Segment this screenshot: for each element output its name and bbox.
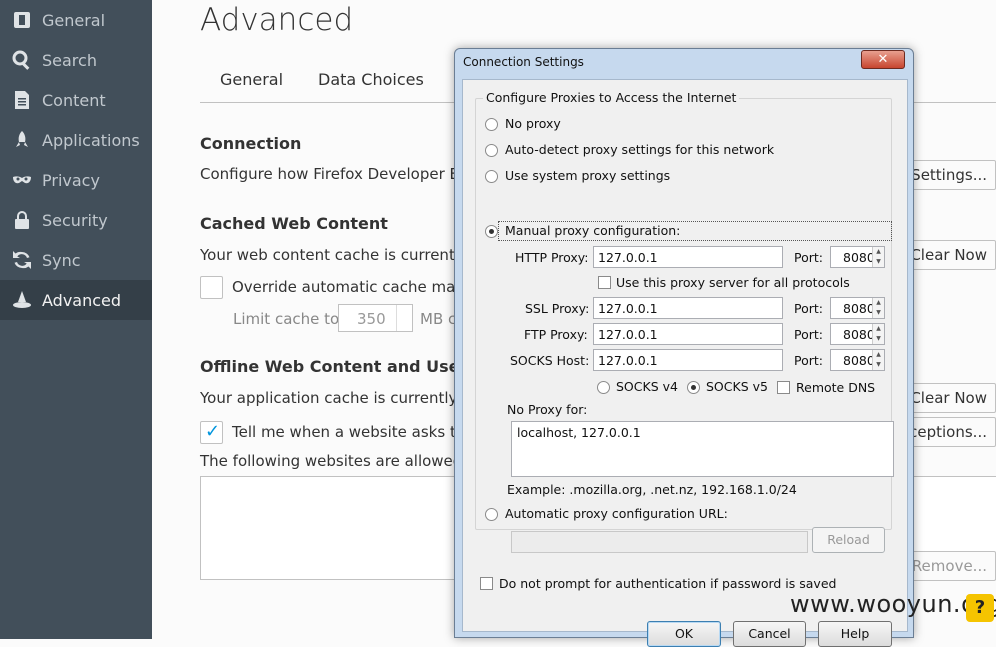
manual-proxy-radio[interactable] bbox=[485, 225, 498, 238]
offline-heading: Offline Web Content and User D bbox=[200, 357, 487, 376]
http-proxy-input[interactable]: 127.0.0.1 bbox=[593, 246, 783, 268]
auto-detect-radio[interactable] bbox=[485, 144, 498, 157]
no-proxy-for-input[interactable]: localhost, 127.0.0.1 bbox=[511, 421, 894, 477]
no-prompt-checkbox[interactable] bbox=[480, 577, 493, 590]
no-proxy-example: Example: .mozilla.org, .net.nz, 192.168.… bbox=[507, 482, 797, 497]
remote-dns-checkbox[interactable] bbox=[777, 381, 790, 394]
sidebar-item-label: Privacy bbox=[42, 170, 100, 190]
socks-v5-label: SOCKS v5 bbox=[706, 379, 768, 394]
sidebar-item-label: Sync bbox=[42, 250, 81, 270]
sync-icon bbox=[12, 250, 32, 270]
tab-data-choices[interactable]: Data Choices bbox=[318, 70, 424, 89]
override-cache-label: Override automatic cache mana bbox=[232, 278, 474, 296]
mask-icon bbox=[12, 170, 32, 190]
cache-heading: Cached Web Content bbox=[200, 214, 388, 233]
search-icon bbox=[12, 50, 32, 70]
ftp-port-input[interactable]: 8080 bbox=[830, 323, 885, 345]
socks-port-input[interactable]: 8080 bbox=[830, 349, 885, 371]
offline-clear-button[interactable]: Clear Now bbox=[900, 383, 996, 413]
sidebar: General Search Content Applications Priv… bbox=[0, 0, 152, 639]
ssl-proxy-label: SSL Proxy: bbox=[525, 301, 590, 316]
http-port-label: Port: bbox=[794, 250, 823, 265]
ssl-proxy-input[interactable]: 127.0.0.1 bbox=[593, 297, 783, 319]
reload-button[interactable]: Reload bbox=[812, 527, 885, 553]
override-cache-checkbox[interactable] bbox=[200, 276, 223, 299]
auto-url-input[interactable] bbox=[511, 531, 808, 553]
security-icon bbox=[12, 210, 32, 230]
advanced-icon bbox=[12, 290, 32, 310]
ssl-port-input[interactable]: 8080 bbox=[830, 297, 885, 319]
auto-url-label: Automatic proxy configuration URL: bbox=[505, 506, 728, 521]
http-port-input[interactable]: 8080 bbox=[830, 246, 885, 268]
system-proxy-label: Use system proxy settings bbox=[505, 168, 671, 183]
sidebar-item-label: Security bbox=[42, 210, 108, 230]
sidebar-item-label: Search bbox=[42, 50, 97, 70]
sidebar-item-search[interactable]: Search bbox=[0, 40, 152, 80]
offline-description: Your application cache is currently u bbox=[200, 389, 472, 407]
page-title: Advanced bbox=[200, 2, 354, 38]
sidebar-item-sync[interactable]: Sync bbox=[0, 240, 152, 280]
cache-limit-unit: MB c bbox=[420, 310, 457, 328]
socks-host-input[interactable]: 127.0.0.1 bbox=[593, 349, 783, 371]
socks-port-label: Port: bbox=[794, 353, 823, 368]
sidebar-item-privacy[interactable]: Privacy bbox=[0, 160, 152, 200]
connection-settings-dialog: Connection Settings ✕ Configure Proxies … bbox=[454, 48, 914, 647]
rocket-icon bbox=[12, 130, 32, 150]
cancel-button[interactable]: Cancel bbox=[733, 621, 806, 647]
connection-settings-button[interactable]: Settings... bbox=[900, 160, 996, 190]
tab-general[interactable]: General bbox=[220, 70, 283, 89]
general-icon bbox=[12, 10, 32, 30]
sidebar-item-advanced[interactable]: Advanced bbox=[0, 280, 152, 320]
ok-button[interactable]: OK bbox=[647, 621, 721, 647]
connection-description: Configure how Firefox Developer Ec bbox=[200, 165, 468, 183]
sidebar-item-label: Applications bbox=[42, 130, 140, 150]
no-prompt-label: Do not prompt for authentication if pass… bbox=[499, 576, 837, 591]
sidebar-item-security[interactable]: Security bbox=[0, 200, 152, 240]
system-proxy-radio[interactable] bbox=[485, 170, 498, 183]
no-proxy-label: No proxy bbox=[505, 116, 561, 131]
http-proxy-label: HTTP Proxy: bbox=[515, 250, 589, 265]
socks-v4-radio[interactable] bbox=[597, 381, 610, 394]
exceptions-button[interactable]: ceptions... bbox=[900, 417, 996, 447]
tell-me-checkbox[interactable] bbox=[200, 421, 223, 444]
limit-cache-label: Limit cache to bbox=[233, 310, 340, 328]
cache-clear-button[interactable]: Clear Now bbox=[900, 240, 996, 270]
cache-limit-input[interactable]: 350 bbox=[338, 304, 413, 332]
manual-proxy-label: Manual proxy configuration: bbox=[505, 223, 681, 238]
help-button[interactable]: Help bbox=[818, 621, 892, 647]
socks-v4-label: SOCKS v4 bbox=[616, 379, 678, 394]
ftp-proxy-input[interactable]: 127.0.0.1 bbox=[593, 323, 783, 345]
use-all-protocols-label: Use this proxy server for all protocols bbox=[616, 275, 850, 290]
ftp-port-label: Port: bbox=[794, 327, 823, 342]
no-proxy-radio[interactable] bbox=[485, 118, 498, 131]
connection-heading: Connection bbox=[200, 134, 302, 153]
ftp-proxy-label: FTP Proxy: bbox=[524, 327, 588, 342]
help-icon[interactable]: ? bbox=[966, 594, 994, 622]
remove-button[interactable]: Remove... bbox=[900, 551, 996, 581]
dialog-body: Configure Proxies to Access the Internet… bbox=[462, 79, 908, 647]
proxy-group-label: Configure Proxies to Access the Internet bbox=[483, 90, 740, 105]
allowed-sites-label: The following websites are allowed bbox=[200, 452, 463, 470]
sidebar-item-label: Advanced bbox=[42, 290, 122, 310]
dialog-title: Connection Settings bbox=[463, 55, 584, 69]
remote-dns-label: Remote DNS bbox=[796, 380, 876, 395]
close-icon[interactable]: ✕ bbox=[861, 50, 905, 69]
ssl-port-label: Port: bbox=[794, 301, 823, 316]
sidebar-item-label: General bbox=[42, 10, 106, 30]
sidebar-item-content[interactable]: Content bbox=[0, 80, 152, 120]
no-proxy-for-label: No Proxy for: bbox=[507, 402, 588, 417]
cache-description: Your web content cache is currently bbox=[200, 246, 468, 264]
sidebar-item-label: Content bbox=[42, 90, 106, 110]
use-all-protocols-checkbox[interactable] bbox=[598, 276, 611, 289]
tell-me-label: Tell me when a website asks to bbox=[232, 423, 466, 441]
auto-url-radio[interactable] bbox=[485, 508, 498, 521]
auto-detect-label: Auto-detect proxy settings for this netw… bbox=[505, 142, 775, 157]
socks-v5-radio[interactable] bbox=[687, 381, 700, 394]
content-icon bbox=[12, 90, 32, 110]
socks-host-label: SOCKS Host: bbox=[510, 353, 590, 368]
sidebar-item-general[interactable]: General bbox=[0, 0, 152, 40]
sidebar-item-applications[interactable]: Applications bbox=[0, 120, 152, 160]
